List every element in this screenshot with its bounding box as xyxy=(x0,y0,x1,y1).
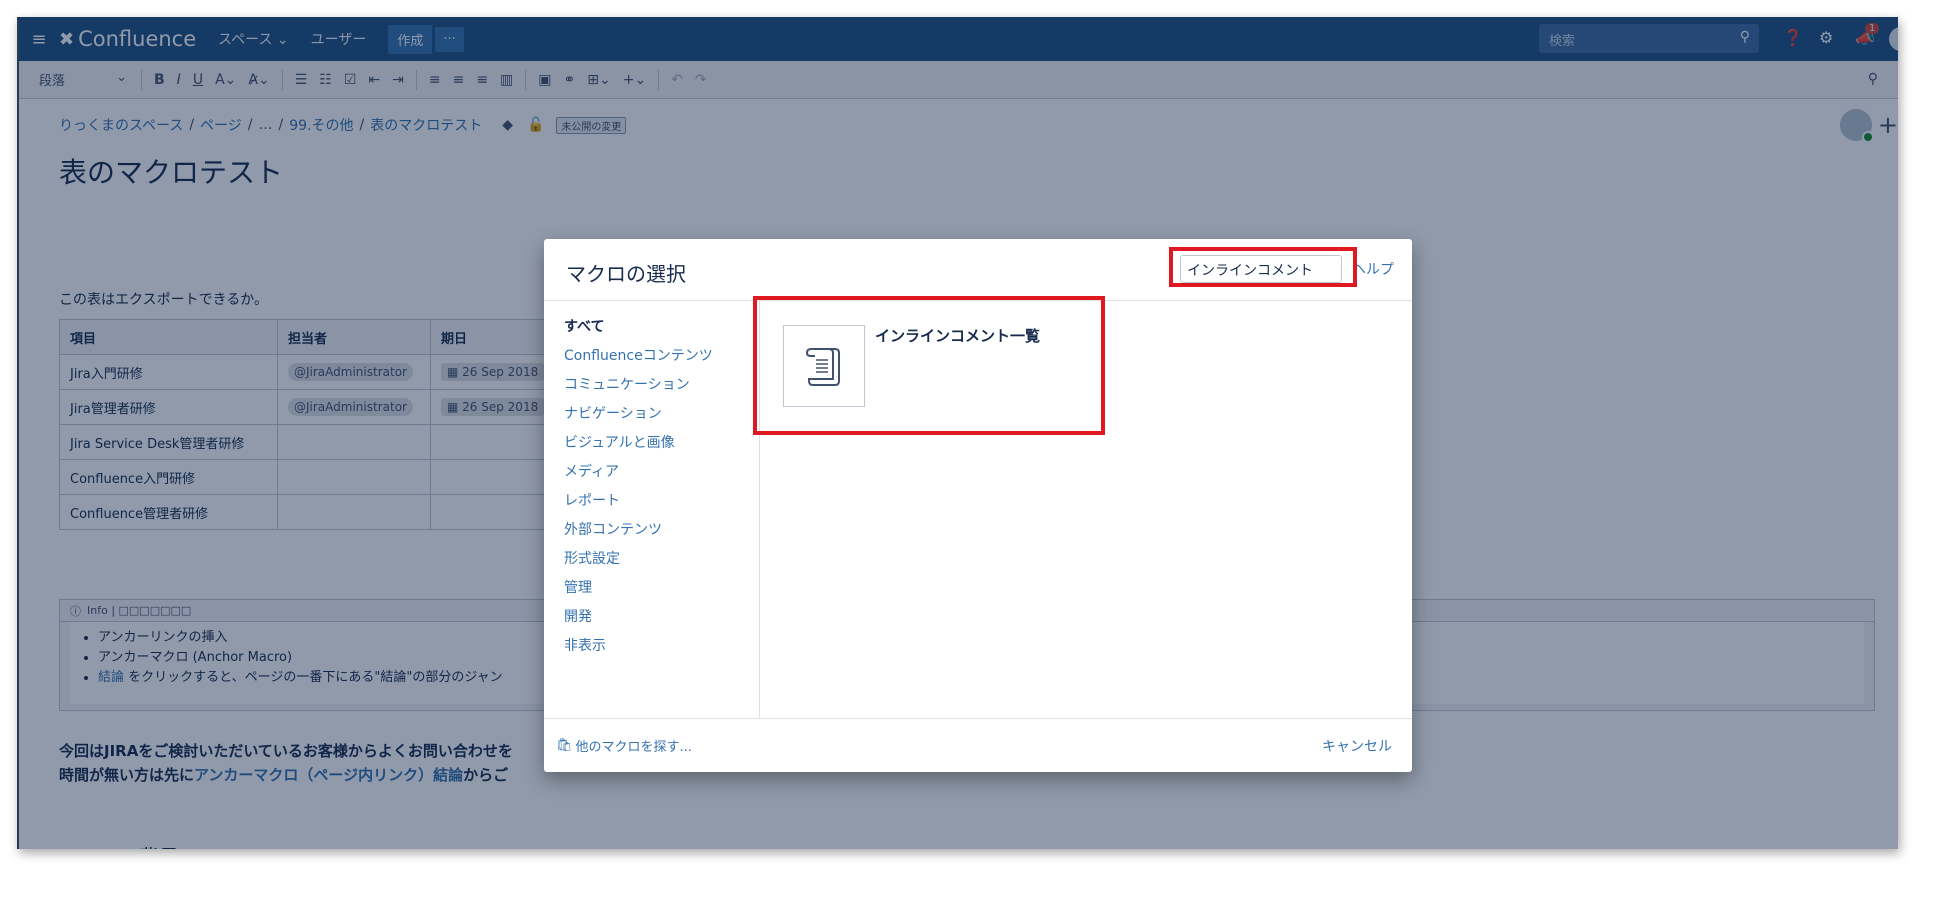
category-formatting[interactable]: 形式設定 xyxy=(544,549,759,578)
category-visuals-images[interactable]: ビジュアルと画像 xyxy=(544,433,759,462)
highlight-box-result xyxy=(753,296,1105,435)
macro-category-nav: すべて Confluenceコンテンツ コミュニケーション ナビゲーション ビジ… xyxy=(544,301,760,718)
category-admin[interactable]: 管理 xyxy=(544,578,759,607)
category-reporting[interactable]: レポート xyxy=(544,491,759,520)
category-communication[interactable]: コミュニケーション xyxy=(544,375,759,404)
category-all[interactable]: すべて xyxy=(544,317,759,346)
category-external-content[interactable]: 外部コンテンツ xyxy=(544,520,759,549)
marketplace-bag-icon: 🛍 xyxy=(556,738,573,753)
category-navigation[interactable]: ナビゲーション xyxy=(544,404,759,433)
find-more-macros-link[interactable]: 🛍 他のマクロを探す... xyxy=(556,736,692,755)
category-development[interactable]: 開発 xyxy=(544,607,759,636)
category-hidden[interactable]: 非表示 xyxy=(544,636,759,665)
highlight-box-search xyxy=(1169,247,1357,287)
cancel-button[interactable]: キャンセル xyxy=(1322,736,1392,756)
dialog-footer: 🛍 他のマクロを探す... キャンセル xyxy=(544,718,1412,772)
help-link[interactable]: ヘルプ xyxy=(1352,259,1394,279)
category-confluence-content[interactable]: Confluenceコンテンツ xyxy=(544,346,759,375)
category-media[interactable]: メディア xyxy=(544,462,759,491)
browser-window: ≡ ✖ Confluence スペース ⌄ ユーザー 作成 ··· 検索 ⚲ ❓… xyxy=(17,17,1898,849)
dialog-title: マクロの選択 xyxy=(566,262,686,286)
